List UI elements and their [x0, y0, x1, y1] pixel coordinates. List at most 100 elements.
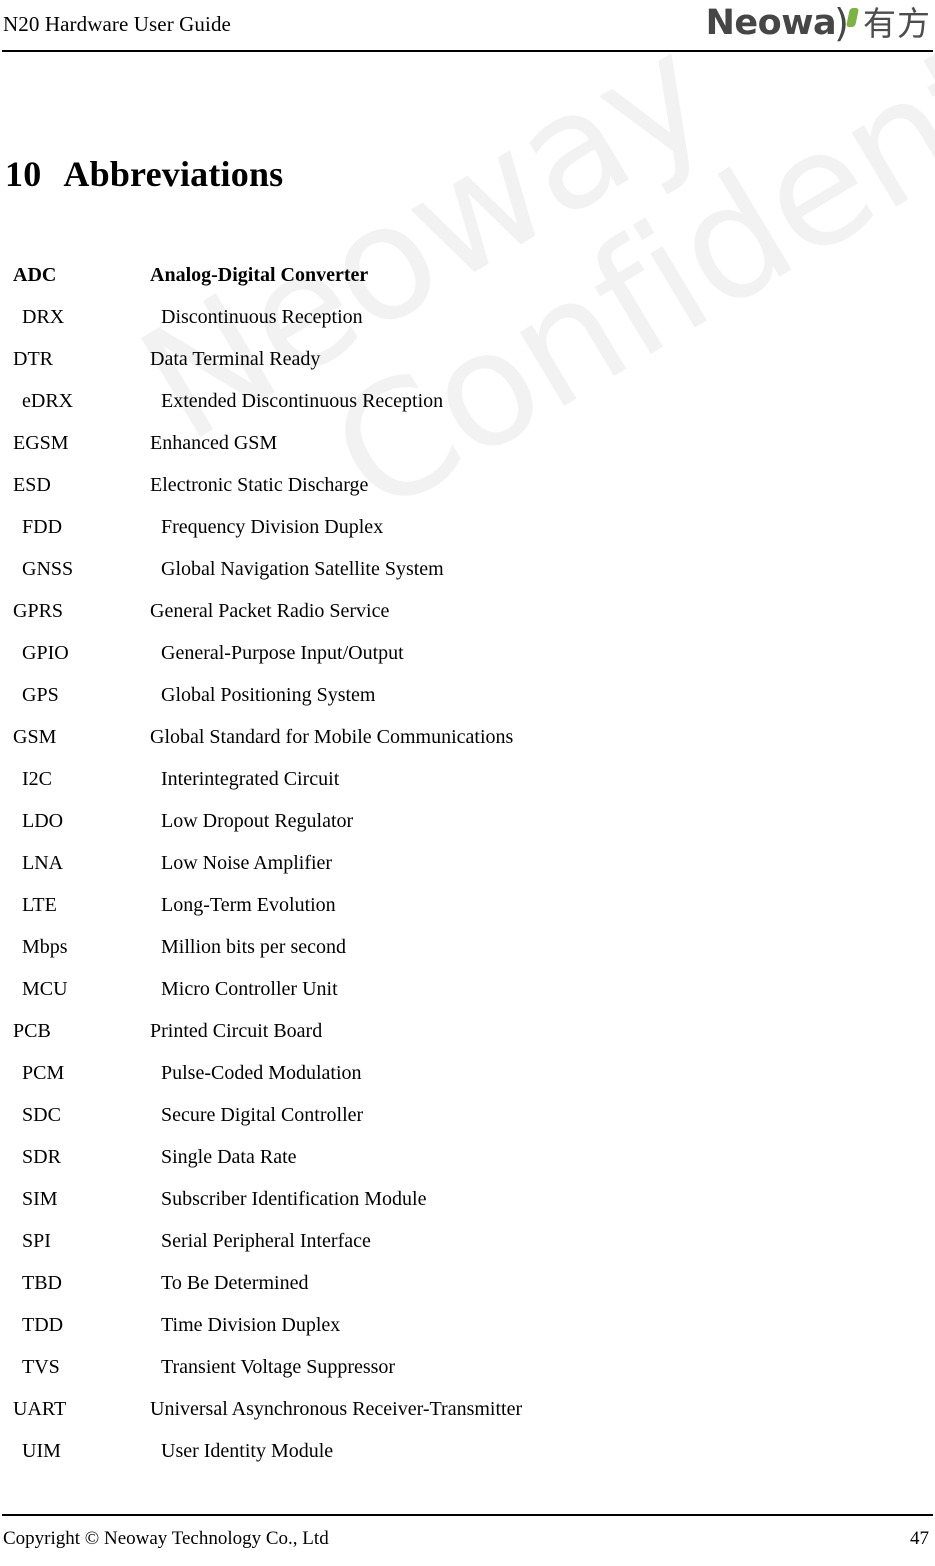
abbreviation-definition: Long-Term Evolution: [161, 894, 336, 916]
abbreviation-term: ESD: [13, 474, 51, 496]
abbreviation-definition: Micro Controller Unit: [161, 978, 338, 1000]
abbreviation-term: LDO: [22, 810, 64, 832]
chapter-number: 10: [5, 154, 42, 194]
logo-cjk-text: 有方: [863, 3, 931, 43]
abbreviation-row: MCU Micro Controller Unit: [0, 968, 935, 1010]
abbreviation-definition: Global Positioning System: [161, 684, 376, 706]
abbreviation-term: UIM: [22, 1440, 61, 1462]
abbreviation-row: SIM Subscriber Identification Module: [0, 1178, 935, 1220]
abbreviation-definition: Frequency Division Duplex: [161, 516, 384, 538]
abbreviation-term: TVS: [22, 1356, 60, 1378]
abbreviation-definition: Million bits per second: [161, 936, 346, 958]
abbreviation-row: TVS Transient Voltage Suppressor: [0, 1346, 935, 1388]
abbreviation-row: FDD Frequency Division Duplex: [0, 506, 935, 548]
abbreviation-definition: Secure Digital Controller: [161, 1104, 364, 1126]
abbreviation-row: GSM Global Standard for Mobile Communicat…: [0, 716, 935, 758]
abbreviation-row: PCM Pulse-Coded Modulation: [0, 1052, 935, 1094]
abbreviation-term: PCB: [13, 1020, 51, 1042]
abbreviation-row: GPS Global Positioning System: [0, 674, 935, 716]
abbreviation-term: eDRX: [22, 390, 74, 412]
abbreviation-definition: Low Noise Amplifier: [161, 852, 333, 874]
abbreviation-row: UART Universal Asynchronous Receiver-Tran…: [0, 1388, 935, 1430]
abbreviation-row: DTR Data Terminal Ready: [0, 338, 935, 380]
abbreviation-definition: Subscriber Identification Module: [161, 1188, 427, 1210]
abbreviation-row: GPIO General-Purpose Input/Output: [0, 632, 935, 674]
footer-divider: [2, 1514, 933, 1516]
abbreviation-definition: General Packet Radio Service: [150, 600, 390, 622]
header-divider: [2, 50, 933, 52]
abbreviation-definition: Analog-Digital Converter: [150, 264, 369, 286]
abbreviation-definition: User Identity Module: [161, 1440, 334, 1462]
page-footer: Copyright © Neoway Technology Co., Ltd 4…: [0, 1506, 935, 1566]
abbreviation-row: ESD Electronic Static Discharge: [0, 464, 935, 506]
document-title: N20 Hardware User Guide: [3, 12, 231, 36]
abbreviation-definition: Data Terminal Ready: [150, 348, 321, 370]
logo-wordmark: Neowa: [705, 2, 837, 43]
abbreviation-row: EGSM Enhanced GSM: [0, 422, 935, 464]
abbreviation-term: GSM: [13, 726, 57, 748]
abbreviation-definition: Interintegrated Circuit: [161, 768, 340, 790]
abbreviation-row: SDC Secure Digital Controller: [0, 1094, 935, 1136]
abbreviation-row: LNA Low Noise Amplifier: [0, 842, 935, 884]
abbreviation-row: LTE Long-Term Evolution: [0, 884, 935, 926]
abbreviation-term: MCU: [22, 978, 68, 1000]
abbreviation-row: TBD To Be Determined: [0, 1262, 935, 1304]
abbreviation-definition: Discontinuous Reception: [161, 306, 363, 328]
neoway-logo: Neowa ) 有方: [706, 1, 931, 45]
abbreviation-definition: Global Standard for Mobile Communication…: [150, 726, 514, 748]
abbreviation-definition: Universal Asynchronous Receiver-Transmit…: [150, 1398, 523, 1420]
abbreviation-definition: Serial Peripheral Interface: [161, 1230, 371, 1252]
abbreviation-term: GPRS: [13, 600, 64, 622]
abbreviation-definition: General-Purpose Input/Output: [161, 642, 404, 664]
abbreviation-term: ADC: [13, 264, 57, 286]
page-header: N20 Hardware User Guide Neowa ) 有方: [0, 0, 935, 52]
abbreviation-row: I2C Interintegrated Circuit: [0, 758, 935, 800]
abbreviation-row: SPI Serial Peripheral Interface: [0, 1220, 935, 1262]
abbreviation-term: SPI: [22, 1230, 51, 1252]
abbreviation-term: SDC: [22, 1104, 61, 1126]
abbreviation-row: TDD Time Division Duplex: [0, 1304, 935, 1346]
abbreviation-term: GPIO: [22, 642, 69, 664]
abbreviation-row: LDO Low Dropout Regulator: [0, 800, 935, 842]
abbreviation-definition: Electronic Static Discharge: [150, 474, 369, 496]
abbreviation-term: DTR: [13, 348, 53, 370]
abbreviation-term: PCM: [22, 1062, 65, 1084]
page-title: 10 Abbreviations: [5, 153, 283, 195]
abbreviation-definition: Transient Voltage Suppressor: [161, 1356, 396, 1378]
abbreviation-term: I2C: [22, 768, 52, 790]
abbreviation-term: Mbps: [22, 936, 68, 958]
abbreviation-definition: Extended Discontinuous Reception: [161, 390, 444, 412]
abbreviation-definition: Enhanced GSM: [150, 432, 278, 454]
abbreviation-row: SDR Single Data Rate: [0, 1136, 935, 1178]
abbreviation-term: TDD: [22, 1314, 64, 1336]
abbreviations-list: ADC Analog-Digital Converter DRX Discontinu…: [0, 254, 935, 1472]
abbreviation-term: FDD: [22, 516, 63, 538]
page-number: 47: [910, 1528, 929, 1549]
chapter-title: Abbreviations: [63, 154, 284, 194]
abbreviation-term: GNSS: [22, 558, 74, 580]
abbreviation-definition: Single Data Rate: [161, 1146, 297, 1168]
abbreviation-definition: Printed Circuit Board: [150, 1020, 323, 1042]
abbreviation-term: UART: [13, 1398, 67, 1420]
abbreviation-row: PCB Printed Circuit Board: [0, 1010, 935, 1052]
abbreviation-row: DRX Discontinuous Reception: [0, 296, 935, 338]
abbreviation-row: Mbps Million bits per second: [0, 926, 935, 968]
document-page: Neoway Confidential N20 Hardware User Gu…: [0, 0, 935, 1566]
abbreviation-term: DRX: [22, 306, 65, 328]
abbreviation-definition: To Be Determined: [161, 1272, 309, 1294]
abbreviation-term: SDR: [22, 1146, 61, 1168]
abbreviation-term: EGSM: [13, 432, 69, 454]
abbreviation-term: LNA: [22, 852, 64, 874]
abbreviation-definition: Time Division Duplex: [161, 1314, 341, 1336]
abbreviation-term: TBD: [22, 1272, 62, 1294]
abbreviation-definition: Low Dropout Regulator: [161, 810, 354, 832]
abbreviation-term: SIM: [22, 1188, 58, 1210]
abbreviation-row: GPRS General Packet Radio Service: [0, 590, 935, 632]
abbreviation-definition: Pulse-Coded Modulation: [161, 1062, 362, 1084]
abbreviation-row: UIM User Identity Module: [0, 1430, 935, 1472]
abbreviation-definition: Global Navigation Satellite System: [161, 558, 444, 580]
copyright-notice: Copyright © Neoway Technology Co., Ltd: [3, 1528, 329, 1549]
abbreviation-row: ADC Analog-Digital Converter: [0, 254, 935, 296]
abbreviation-row: eDRX Extended Discontinuous Reception: [0, 380, 935, 422]
abbreviation-term: LTE: [22, 894, 57, 916]
